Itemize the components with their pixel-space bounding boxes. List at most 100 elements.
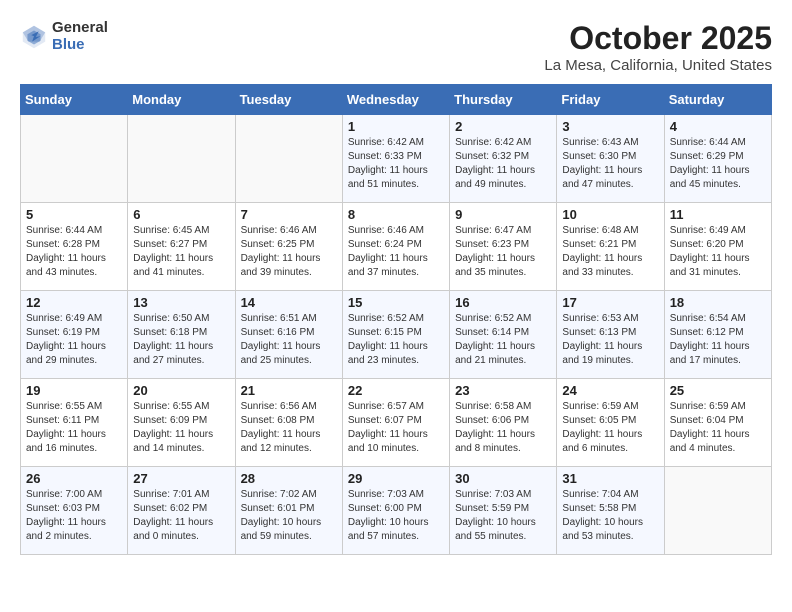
- day-number: 20: [133, 383, 229, 398]
- day-info: Sunrise: 7:03 AMSunset: 5:59 PMDaylight:…: [455, 488, 551, 544]
- day-number: 31: [562, 471, 658, 486]
- day-number: 14: [241, 295, 337, 310]
- day-info: Sunrise: 6:52 AMSunset: 6:14 PMDaylight:…: [455, 312, 551, 368]
- weekday-header-row: SundayMondayTuesdayWednesdayThursdayFrid…: [21, 85, 772, 115]
- day-cell: 8Sunrise: 6:46 AMSunset: 6:24 PMDaylight…: [342, 203, 449, 291]
- day-cell: 22 Sunrise: 6:57 AMSunset: 6:07 PMDayligh…: [342, 379, 449, 467]
- day-cell: 14 Sunrise: 6:51 AMSunset: 6:16 PMDayligh…: [235, 291, 342, 379]
- day-cell: 25 Sunrise: 6:59 AMSunset: 6:04 PMDayligh…: [664, 379, 771, 467]
- day-info: Sunrise: 6:46 AMSunset: 6:25 PMDaylight:…: [241, 224, 337, 280]
- weekday-header-thursday: Thursday: [450, 85, 557, 115]
- day-info: Sunrise: 6:47 AMSunset: 6:23 PMDaylight:…: [455, 224, 551, 280]
- day-info: Sunrise: 6:56 AMSunset: 6:08 PMDaylight:…: [241, 400, 337, 456]
- title-area: October 2025 La Mesa, California, United…: [544, 20, 772, 74]
- day-number: 26: [26, 471, 122, 486]
- day-cell: 5 Sunrise: 6:44 AMSunset: 6:28 PMDaylight…: [21, 203, 128, 291]
- day-info: Sunrise: 6:54 AMSunset: 6:12 PMDaylight:…: [670, 312, 766, 368]
- day-info: Sunrise: 6:46 AMSunset: 6:24 PMDaylight:…: [348, 224, 444, 280]
- day-number: 30: [455, 471, 551, 486]
- day-cell: 12Sunrise: 6:49 AMSunset: 6:19 PMDayligh…: [21, 291, 128, 379]
- day-info: Sunrise: 6:50 AMSunset: 6:18 PMDaylight:…: [133, 312, 229, 368]
- day-number: 22: [348, 383, 444, 398]
- day-info: Sunrise: 6:48 AMSunset: 6:21 PMDaylight:…: [562, 224, 658, 280]
- day-number: 25: [670, 383, 766, 398]
- logo-text: General Blue: [52, 20, 108, 53]
- day-cell: 11Sunrise: 6:49 AMSunset: 6:20 PMDayligh…: [664, 203, 771, 291]
- day-cell: [235, 115, 342, 203]
- day-info: Sunrise: 6:51 AMSunset: 6:16 PMDaylight:…: [241, 312, 337, 368]
- day-info: Sunrise: 6:55 AMSunset: 6:11 PMDaylight:…: [26, 400, 122, 456]
- day-cell: 18 Sunrise: 6:54 AMSunset: 6:12 PMDayligh…: [664, 291, 771, 379]
- day-number: 24: [562, 383, 658, 398]
- day-info: Sunrise: 6:58 AMSunset: 6:06 PMDaylight:…: [455, 400, 551, 456]
- day-cell: 24 Sunrise: 6:59 AMSunset: 6:05 PMDayligh…: [557, 379, 664, 467]
- day-cell: 20Sunrise: 6:55 AMSunset: 6:09 PMDayligh…: [128, 379, 235, 467]
- day-cell: 21 Sunrise: 6:56 AMSunset: 6:08 PMDayligh…: [235, 379, 342, 467]
- day-info: Sunrise: 6:45 AMSunset: 6:27 PMDaylight:…: [133, 224, 229, 280]
- location-title: La Mesa, California, United States: [544, 57, 772, 74]
- weekday-header-tuesday: Tuesday: [235, 85, 342, 115]
- weekday-header-sunday: Sunday: [21, 85, 128, 115]
- day-number: 23: [455, 383, 551, 398]
- month-title: October 2025: [544, 20, 772, 57]
- day-info: Sunrise: 7:04 AMSunset: 5:58 PMDaylight:…: [562, 488, 658, 544]
- day-info: Sunrise: 7:03 AMSunset: 6:00 PMDaylight:…: [348, 488, 444, 544]
- day-info: Sunrise: 7:02 AMSunset: 6:01 PMDaylight:…: [241, 488, 337, 544]
- day-info: Sunrise: 6:57 AMSunset: 6:07 PMDaylight:…: [348, 400, 444, 456]
- day-info: Sunrise: 6:52 AMSunset: 6:15 PMDaylight:…: [348, 312, 444, 368]
- day-number: 1: [348, 119, 444, 134]
- week-row-1: 1 Sunrise: 6:42 AMSunset: 6:33 PMDaylight…: [21, 115, 772, 203]
- day-number: 7: [241, 207, 337, 222]
- day-number: 4: [670, 119, 766, 134]
- day-number: 13: [133, 295, 229, 310]
- day-info: Sunrise: 6:59 AMSunset: 6:05 PMDaylight:…: [562, 400, 658, 456]
- logo-icon: [20, 23, 48, 51]
- week-row-5: 26 Sunrise: 7:00 AMSunset: 6:03 PMDayligh…: [21, 467, 772, 555]
- week-row-3: 12Sunrise: 6:49 AMSunset: 6:19 PMDayligh…: [21, 291, 772, 379]
- day-cell: 30 Sunrise: 7:03 AMSunset: 5:59 PMDayligh…: [450, 467, 557, 555]
- day-number: 16: [455, 295, 551, 310]
- day-cell: 29 Sunrise: 7:03 AMSunset: 6:00 PMDayligh…: [342, 467, 449, 555]
- day-info: Sunrise: 6:49 AMSunset: 6:20 PMDaylight:…: [670, 224, 766, 280]
- day-cell: 31 Sunrise: 7:04 AMSunset: 5:58 PMDayligh…: [557, 467, 664, 555]
- weekday-header-saturday: Saturday: [664, 85, 771, 115]
- logo: General Blue: [20, 20, 108, 53]
- weekday-header-monday: Monday: [128, 85, 235, 115]
- day-info: Sunrise: 6:59 AMSunset: 6:04 PMDaylight:…: [670, 400, 766, 456]
- day-number: 19: [26, 383, 122, 398]
- weekday-header-friday: Friday: [557, 85, 664, 115]
- week-row-2: 5 Sunrise: 6:44 AMSunset: 6:28 PMDaylight…: [21, 203, 772, 291]
- day-cell: 1 Sunrise: 6:42 AMSunset: 6:33 PMDaylight…: [342, 115, 449, 203]
- day-cell: 3Sunrise: 6:43 AMSunset: 6:30 PMDaylight…: [557, 115, 664, 203]
- day-info: Sunrise: 6:53 AMSunset: 6:13 PMDaylight:…: [562, 312, 658, 368]
- day-info: Sunrise: 6:44 AMSunset: 6:28 PMDaylight:…: [26, 224, 122, 280]
- day-number: 12: [26, 295, 122, 310]
- day-number: 21: [241, 383, 337, 398]
- day-info: Sunrise: 7:01 AMSunset: 6:02 PMDaylight:…: [133, 488, 229, 544]
- day-number: 5: [26, 207, 122, 222]
- day-number: 29: [348, 471, 444, 486]
- day-info: Sunrise: 6:43 AMSunset: 6:30 PMDaylight:…: [562, 136, 658, 192]
- day-cell: 17Sunrise: 6:53 AMSunset: 6:13 PMDayligh…: [557, 291, 664, 379]
- day-info: Sunrise: 6:44 AMSunset: 6:29 PMDaylight:…: [670, 136, 766, 192]
- calendar-table: SundayMondayTuesdayWednesdayThursdayFrid…: [20, 84, 772, 555]
- day-number: 15: [348, 295, 444, 310]
- day-cell: 15 Sunrise: 6:52 AMSunset: 6:15 PMDayligh…: [342, 291, 449, 379]
- header: General Blue October 2025 La Mesa, Calif…: [20, 20, 772, 74]
- day-info: Sunrise: 7:00 AMSunset: 6:03 PMDaylight:…: [26, 488, 122, 544]
- day-number: 18: [670, 295, 766, 310]
- day-cell: 27Sunrise: 7:01 AMSunset: 6:02 PMDayligh…: [128, 467, 235, 555]
- day-cell: 6Sunrise: 6:45 AMSunset: 6:27 PMDaylight…: [128, 203, 235, 291]
- day-cell: 28 Sunrise: 7:02 AMSunset: 6:01 PMDayligh…: [235, 467, 342, 555]
- day-number: 28: [241, 471, 337, 486]
- day-cell: 16 Sunrise: 6:52 AMSunset: 6:14 PMDayligh…: [450, 291, 557, 379]
- day-cell: 19 Sunrise: 6:55 AMSunset: 6:11 PMDayligh…: [21, 379, 128, 467]
- day-number: 9: [455, 207, 551, 222]
- day-cell: [128, 115, 235, 203]
- day-cell: 26 Sunrise: 7:00 AMSunset: 6:03 PMDayligh…: [21, 467, 128, 555]
- day-info: Sunrise: 6:42 AMSunset: 6:33 PMDaylight:…: [348, 136, 444, 192]
- day-cell: 23 Sunrise: 6:58 AMSunset: 6:06 PMDayligh…: [450, 379, 557, 467]
- day-cell: 7 Sunrise: 6:46 AMSunset: 6:25 PMDaylight…: [235, 203, 342, 291]
- day-cell: 9 Sunrise: 6:47 AMSunset: 6:23 PMDaylight…: [450, 203, 557, 291]
- logo-blue-text: Blue: [52, 37, 108, 54]
